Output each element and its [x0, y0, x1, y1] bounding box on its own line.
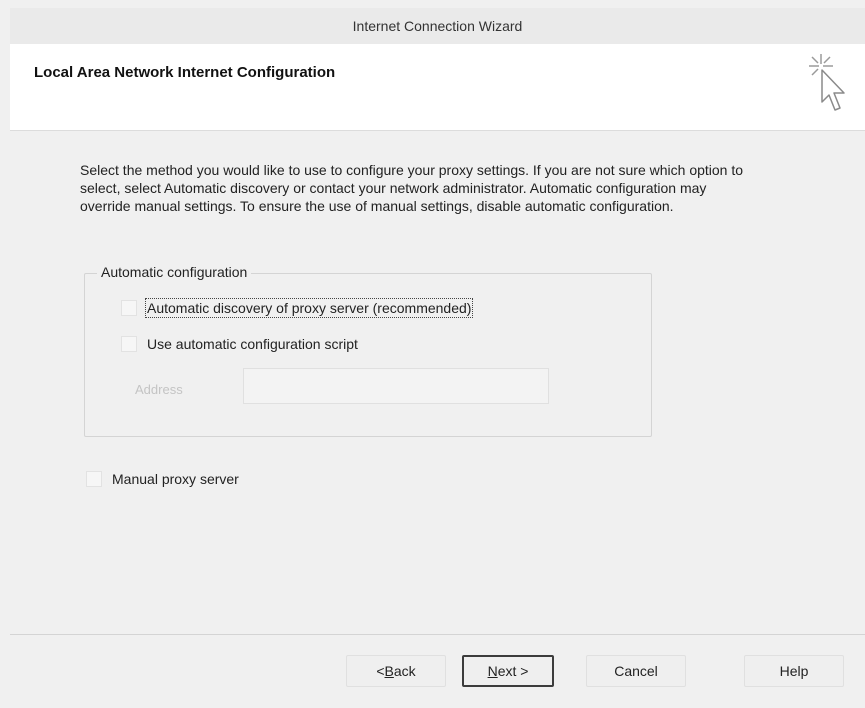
address-label: Address [135, 382, 183, 397]
wizard-content: Select the method you would like to use … [10, 131, 865, 633]
page-heading: Local Area Network Internet Configuratio… [34, 64, 336, 81]
help-button[interactable]: Help [744, 655, 844, 687]
cancel-button[interactable]: Cancel [586, 655, 686, 687]
address-input[interactable] [243, 368, 549, 404]
auto-discovery-checkbox-row[interactable]: Automatic discovery of proxy server (rec… [121, 298, 474, 318]
next-button[interactable]: Next > [462, 655, 554, 687]
group-legend: Automatic configuration [97, 264, 252, 280]
auto-discovery-checkbox[interactable] [121, 300, 137, 316]
auto-script-checkbox[interactable] [121, 336, 137, 352]
wizard-header: Local Area Network Internet Configuratio… [10, 44, 865, 131]
automatic-configuration-group: Automatic configuration Automatic discov… [84, 264, 652, 437]
wizard-cursor-icon [809, 54, 845, 111]
wizard-footer: < Back Next > Cancel Help [10, 634, 865, 708]
window-title: Internet Connection Wizard [352, 18, 523, 34]
manual-proxy-checkbox-row[interactable]: Manual proxy server [86, 471, 239, 487]
title-bar: Internet Connection Wizard [10, 8, 865, 45]
instructions-text: Select the method you would like to use … [80, 162, 744, 214]
back-button[interactable]: < Back [346, 655, 446, 687]
auto-discovery-label[interactable]: Automatic discovery of proxy server (rec… [144, 298, 474, 318]
auto-script-label[interactable]: Use automatic configuration script [147, 336, 358, 352]
manual-proxy-checkbox[interactable] [86, 471, 102, 487]
auto-script-checkbox-row[interactable]: Use automatic configuration script [121, 336, 358, 352]
manual-proxy-label[interactable]: Manual proxy server [112, 471, 239, 487]
